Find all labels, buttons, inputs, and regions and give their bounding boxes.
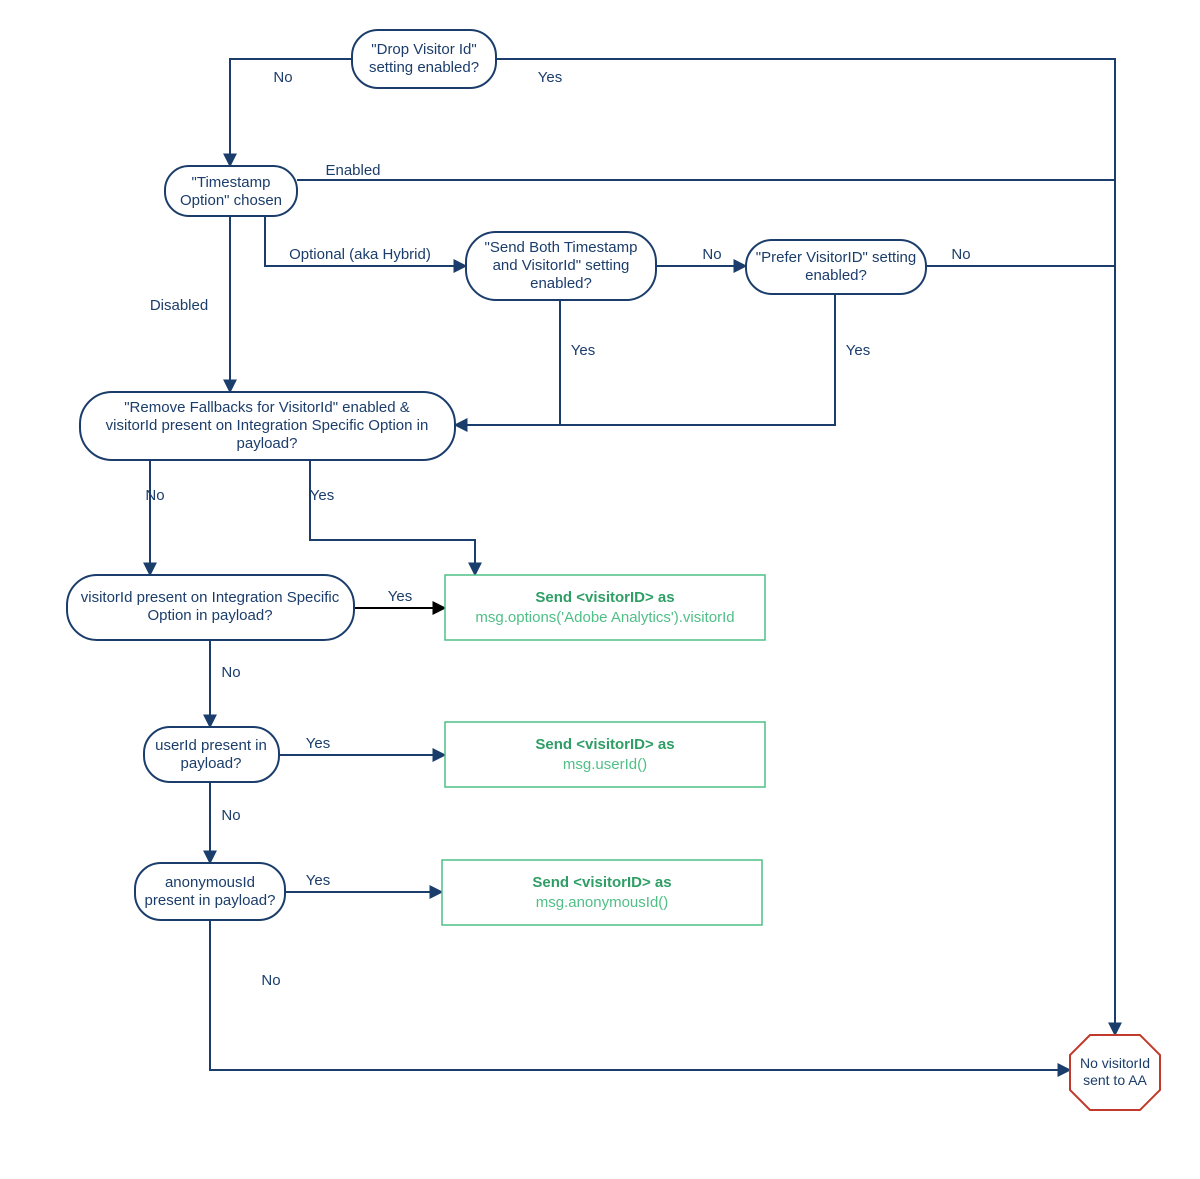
svg-text:"Prefer VisitorID" setting: "Prefer VisitorID" setting — [756, 249, 916, 266]
node-remove-fallbacks: "Remove Fallbacks for VisitorId" enabled… — [80, 392, 455, 460]
svg-text:anonymousId: anonymousId — [165, 874, 255, 891]
svg-text:setting enabled?: setting enabled? — [369, 59, 479, 76]
svg-text:No visitorId: No visitorId — [1080, 1055, 1150, 1071]
node-anonid-present: anonymousId present in payload? — [135, 863, 285, 920]
edge-ts-disabled: Disabled — [150, 297, 208, 314]
svg-text:"Remove Fallbacks for VisitorI: "Remove Fallbacks for VisitorId" enabled… — [124, 399, 410, 416]
svg-text:msg.anonymousId(): msg.anonymousId() — [536, 894, 669, 911]
edge-rf-yes: Yes — [310, 487, 334, 504]
svg-text:payload?: payload? — [237, 435, 298, 452]
edge-prefer-yes: Yes — [846, 342, 870, 359]
svg-text:Option" chosen: Option" chosen — [180, 192, 282, 209]
node-send-both: "Send Both Timestamp and VisitorId" sett… — [466, 232, 656, 300]
node-result-visitor: Send <visitorID> as msg.options('Adobe A… — [445, 575, 765, 640]
edge-ts-enabled: Enabled — [325, 162, 380, 179]
svg-text:visitorId present on Integrati: visitorId present on Integration Specifi… — [106, 417, 429, 434]
svg-text:Send <visitorID> as: Send <visitorID> as — [535, 589, 674, 606]
edge-rf-no: No — [145, 487, 164, 504]
svg-text:"Drop Visitor Id": "Drop Visitor Id" — [371, 41, 476, 58]
node-timestamp-option: "Timestamp Option" chosen — [165, 166, 297, 216]
edge-drop-no: No — [273, 69, 292, 86]
svg-text:Send <visitorID> as: Send <visitorID> as — [535, 736, 674, 753]
svg-text:userId present in: userId present in — [155, 737, 267, 754]
svg-text:Send <visitorID> as: Send <visitorID> as — [532, 874, 671, 891]
edge-ap-yes: Yes — [306, 872, 330, 889]
edge-sendboth-no: No — [702, 246, 721, 263]
node-drop-visitor: "Drop Visitor Id" setting enabled? — [352, 30, 496, 88]
node-prefer-visitor: "Prefer VisitorID" setting enabled? — [746, 240, 926, 294]
svg-text:visitorId present on Integrati: visitorId present on Integration Specifi… — [81, 589, 340, 606]
svg-text:msg.userId(): msg.userId() — [563, 756, 647, 773]
edge-ts-optional: Optional (aka Hybrid) — [289, 246, 431, 263]
node-result-user: Send <visitorID> as msg.userId() — [445, 722, 765, 787]
svg-text:"Send Both Timestamp: "Send Both Timestamp — [485, 239, 638, 256]
edge-sendboth-yes: Yes — [571, 342, 595, 359]
node-result-anon: Send <visitorID> as msg.anonymousId() — [442, 860, 762, 925]
svg-text:enabled?: enabled? — [805, 267, 867, 284]
svg-text:present in payload?: present in payload? — [145, 892, 276, 909]
edge-up-yes: Yes — [306, 735, 330, 752]
node-visitorid-present: visitorId present on Integration Specifi… — [67, 575, 354, 640]
edge-vp-yes: Yes — [388, 588, 412, 605]
edge-drop-yes: Yes — [538, 69, 562, 86]
node-stop: No visitorId sent to AA — [1070, 1035, 1160, 1110]
svg-text:msg.options('Adobe Analytics'): msg.options('Adobe Analytics').visitorId — [475, 609, 734, 626]
svg-text:Option in payload?: Option in payload? — [147, 607, 272, 624]
flowchart: No Yes Enabled Disabled Optional (aka Hy… — [0, 0, 1200, 1179]
edge-vp-no: No — [221, 664, 240, 681]
svg-text:payload?: payload? — [181, 755, 242, 772]
edge-ap-no: No — [261, 972, 280, 989]
svg-text:sent to AA: sent to AA — [1083, 1072, 1147, 1088]
node-userid-present: userId present in payload? — [144, 727, 279, 782]
svg-text:enabled?: enabled? — [530, 275, 592, 292]
edge-prefer-no: No — [951, 246, 970, 263]
svg-text:"Timestamp: "Timestamp — [192, 174, 271, 191]
edge-up-no: No — [221, 807, 240, 824]
svg-text:and VisitorId" setting: and VisitorId" setting — [493, 257, 630, 274]
